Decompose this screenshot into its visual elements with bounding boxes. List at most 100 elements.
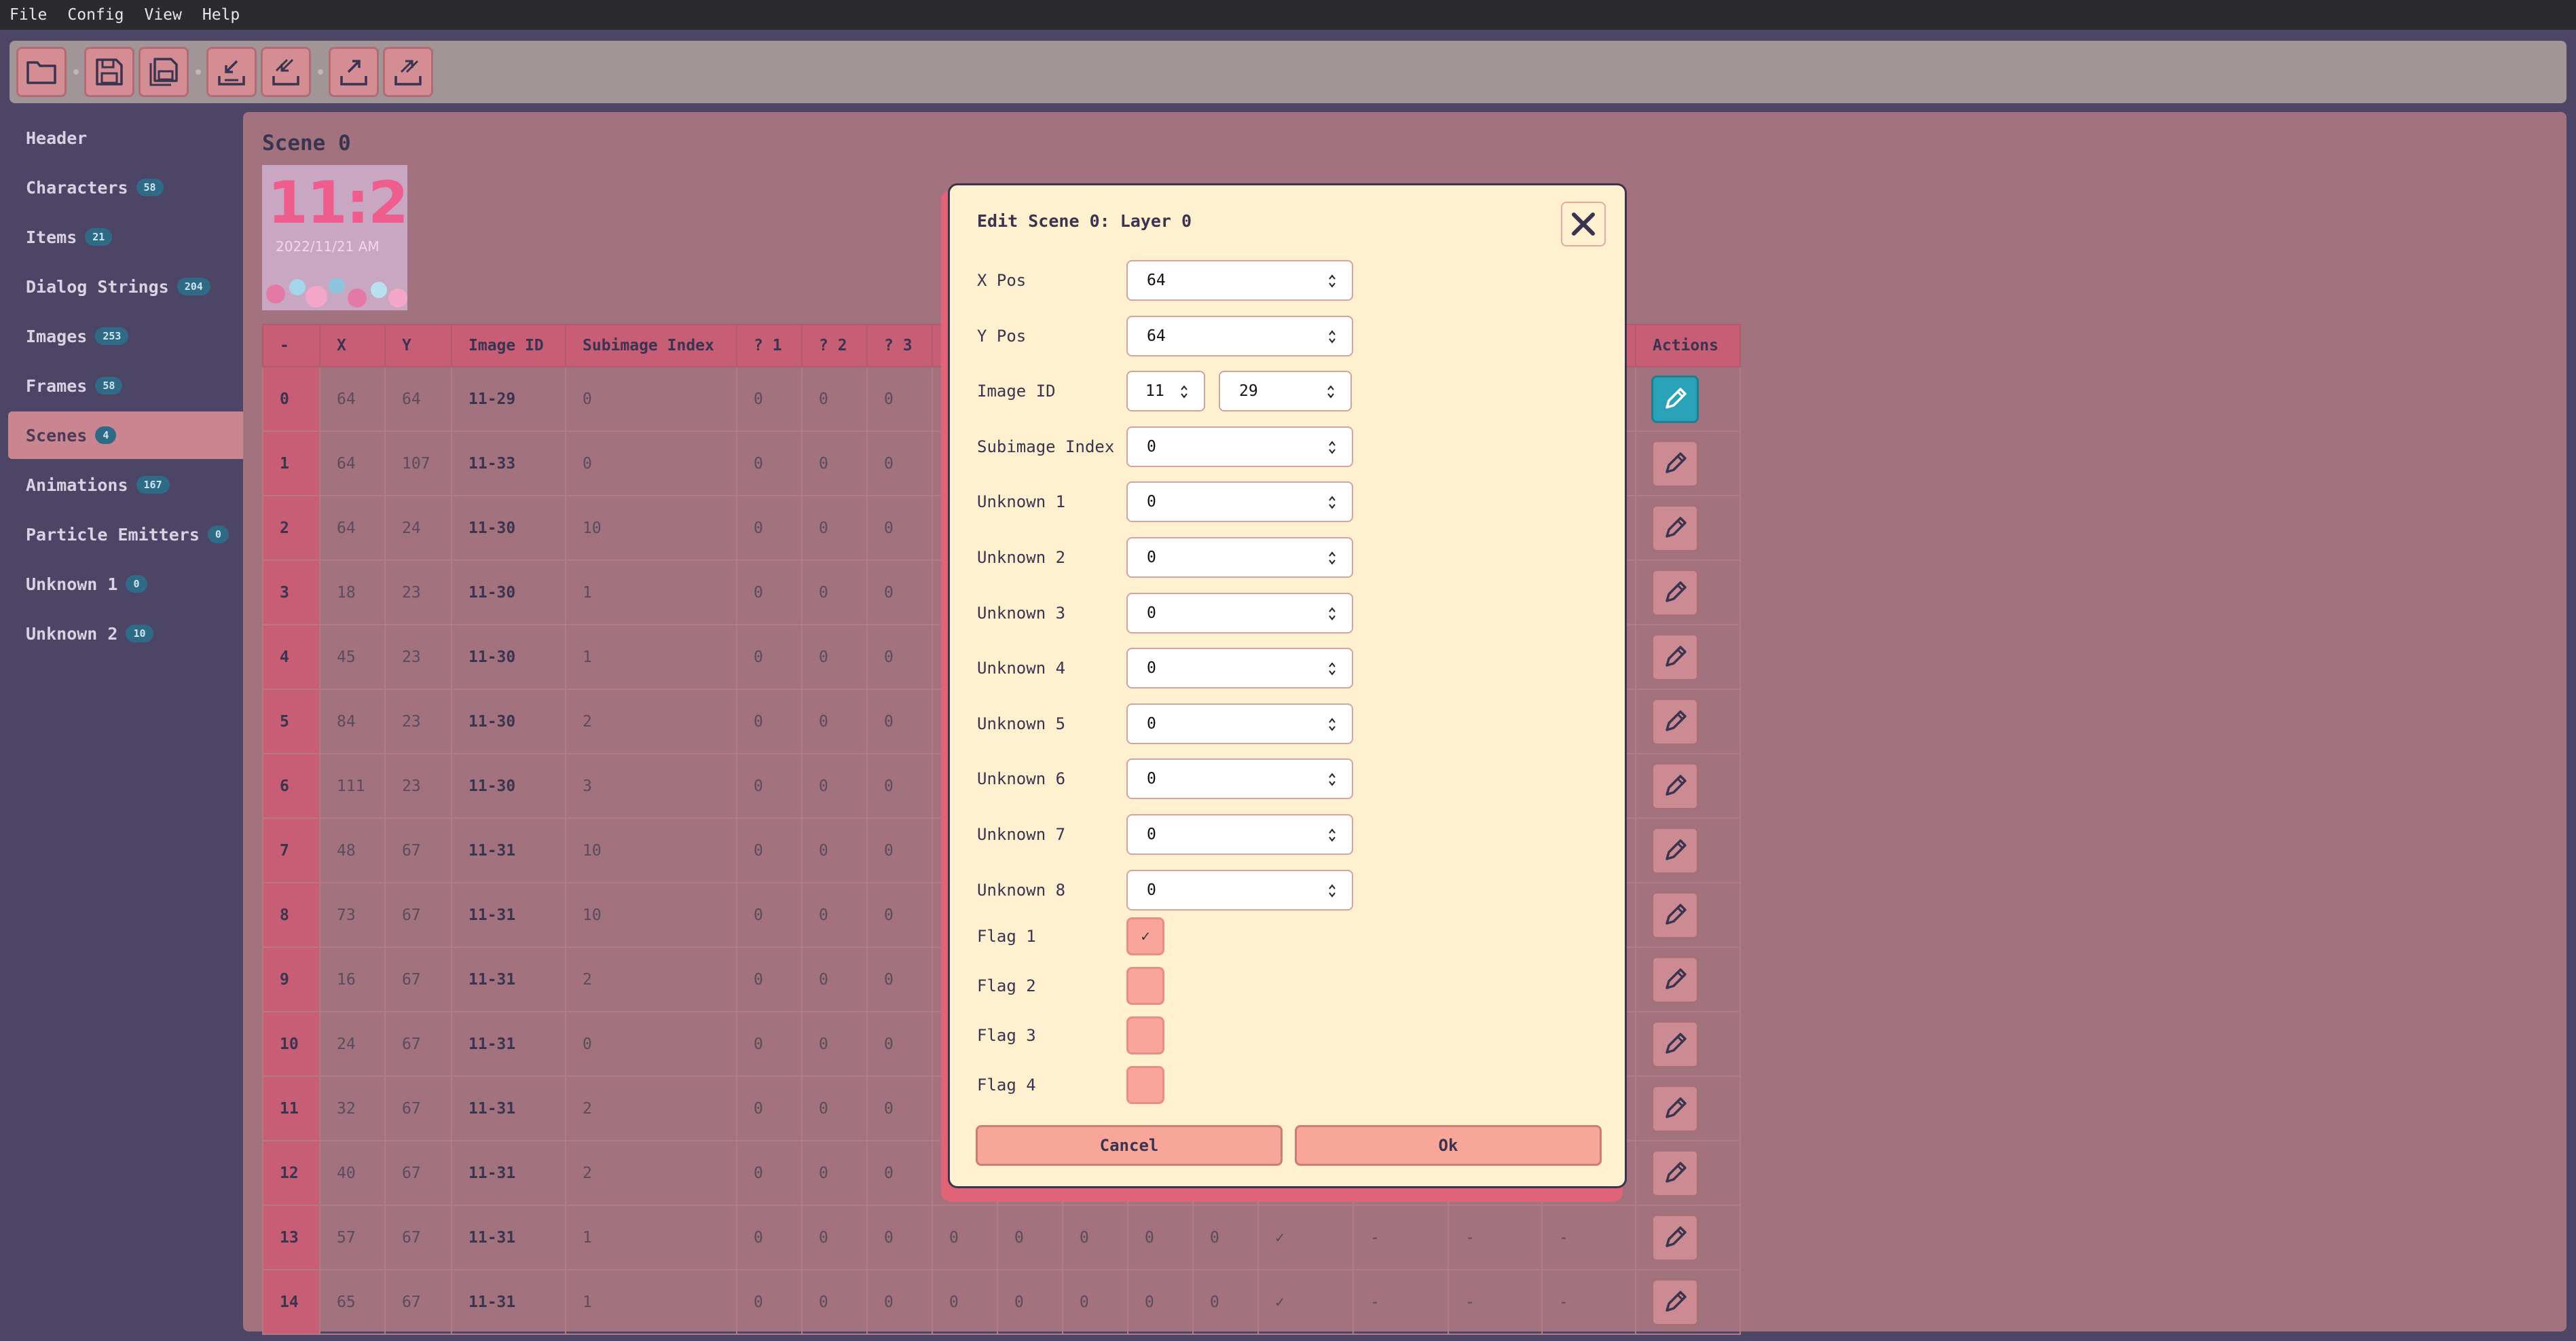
spinner-arrows-icon[interactable]: [1327, 439, 1337, 456]
table-cell: 0: [866, 366, 933, 432]
spinner-arrows-icon[interactable]: [1327, 494, 1337, 511]
number-input[interactable]: 0: [1126, 648, 1353, 689]
edit-layer-button[interactable]: [1651, 891, 1699, 939]
edit-layer-button[interactable]: [1651, 1020, 1699, 1068]
table-cell: 67: [384, 1205, 452, 1270]
col-subimage-index: Subimage Index: [565, 324, 737, 367]
number-input[interactable]: 0: [1126, 592, 1353, 633]
number-input[interactable]: 0: [1126, 703, 1353, 744]
open-folder-button[interactable]: [16, 47, 67, 97]
sidebar-item-characters[interactable]: Characters 58: [0, 164, 243, 211]
field-value: 0: [1147, 714, 1156, 733]
menu-config[interactable]: Config: [67, 6, 124, 24]
table-cell: 0: [801, 1269, 868, 1335]
table-cell: 11-30: [451, 559, 566, 625]
spinner-arrows-icon[interactable]: [1326, 383, 1336, 401]
form-row: Image ID 11 29: [977, 371, 1352, 412]
edit-layer-button[interactable]: [1651, 1213, 1699, 1262]
import-button[interactable]: [206, 47, 257, 97]
sidebar-item-animations[interactable]: Animations 167: [0, 461, 243, 509]
flag-checkbox[interactable]: ✓: [1126, 917, 1164, 955]
number-input[interactable]: 0: [1126, 537, 1353, 578]
spinner-arrows-icon[interactable]: [1327, 328, 1337, 346]
image-id-index-input[interactable]: 29: [1219, 371, 1352, 412]
sidebar-item-header[interactable]: Header: [0, 114, 243, 162]
sidebar-item-images[interactable]: Images 253: [0, 312, 243, 360]
spinner-arrows-icon[interactable]: [1327, 605, 1337, 623]
table-cell: 0: [801, 1140, 868, 1206]
sidebar: Header Characters 58 Items 21 Dialog Strin…: [0, 112, 243, 1341]
cancel-button[interactable]: Cancel: [976, 1125, 1283, 1166]
edit-layer-button[interactable]: [1651, 375, 1699, 423]
edit-layer-button[interactable]: [1651, 697, 1699, 746]
form-row: Unknown 3 0: [977, 592, 1353, 633]
spinner-arrows-icon[interactable]: [1327, 716, 1337, 733]
number-input[interactable]: 64: [1126, 315, 1353, 356]
page-title: Scene 0: [262, 131, 351, 155]
spinner-arrows-icon[interactable]: [1179, 383, 1189, 401]
edit-layer-button[interactable]: [1651, 1084, 1699, 1133]
close-button[interactable]: [1561, 202, 1606, 246]
edit-layer-button[interactable]: [1651, 955, 1699, 1004]
export-all-button[interactable]: [383, 47, 433, 97]
edit-layer-button[interactable]: [1651, 762, 1699, 810]
count-badge: 10: [126, 625, 153, 642]
field-label: Unknown 8: [977, 880, 1066, 900]
table-cell: 107: [384, 430, 452, 496]
number-input[interactable]: 64: [1126, 260, 1353, 301]
table-cell: 0: [736, 430, 803, 496]
edit-layer-button[interactable]: [1651, 1149, 1699, 1197]
sidebar-item-dialog-strings[interactable]: Dialog Strings 204: [0, 263, 243, 310]
sidebar-item-label: Unknown 1: [26, 574, 118, 594]
number-input[interactable]: 0: [1126, 426, 1353, 467]
sidebar-item-label: Animations: [26, 475, 128, 495]
actions-cell: [1635, 1205, 1741, 1270]
count-badge: 58: [136, 179, 164, 196]
spinner-arrows-icon[interactable]: [1327, 660, 1337, 678]
table-cell: 11-31: [451, 947, 566, 1012]
sidebar-item-particle-emitters[interactable]: Particle Emitters 0: [0, 511, 243, 558]
table-cell: 0: [565, 366, 737, 432]
number-input[interactable]: 0: [1126, 481, 1353, 523]
table-cell: -: [1353, 1269, 1449, 1335]
sidebar-item-scenes[interactable]: Scenes 4: [8, 411, 243, 459]
flag-checkbox[interactable]: [1126, 967, 1164, 1005]
menu-view[interactable]: View: [144, 6, 181, 24]
image-id-group-input[interactable]: 11: [1126, 371, 1205, 412]
spinner-arrows-icon[interactable]: [1327, 272, 1337, 290]
edit-layer-button[interactable]: [1651, 568, 1699, 617]
import-all-button[interactable]: [261, 47, 311, 97]
table-cell: 0: [866, 624, 933, 690]
field-label: Unknown 6: [977, 769, 1066, 789]
menu-file[interactable]: File: [10, 6, 47, 24]
field-value: 0: [1147, 493, 1156, 511]
edit-layer-button[interactable]: [1651, 826, 1699, 875]
number-input[interactable]: 0: [1126, 758, 1353, 800]
spinner-arrows-icon[interactable]: [1327, 549, 1337, 567]
save-all-button[interactable]: [139, 47, 189, 97]
sidebar-item-unknown-1[interactable]: Unknown 1 0: [0, 560, 243, 608]
spinner-arrows-icon[interactable]: [1327, 771, 1337, 788]
col-unknown-1: ? 1: [736, 324, 803, 367]
edit-layer-button[interactable]: [1651, 1278, 1699, 1326]
flag-checkbox[interactable]: [1126, 1066, 1164, 1104]
sidebar-item-items[interactable]: Items 21: [0, 213, 243, 261]
spinner-arrows-icon[interactable]: [1327, 882, 1337, 900]
number-input[interactable]: 0: [1126, 814, 1353, 855]
number-input[interactable]: 0: [1126, 869, 1353, 911]
toolbar-separator: [196, 69, 201, 75]
sidebar-item-unknown-2[interactable]: Unknown 2 10: [0, 610, 243, 657]
menu-help[interactable]: Help: [202, 6, 240, 24]
spinner-arrows-icon[interactable]: [1327, 826, 1337, 844]
edit-layer-button[interactable]: [1651, 633, 1699, 681]
form-row: Unknown 4 0: [977, 648, 1353, 689]
table-cell: 0: [801, 624, 868, 690]
export-button[interactable]: [329, 47, 379, 97]
flag-checkbox[interactable]: [1126, 1016, 1164, 1054]
sidebar-item-frames[interactable]: Frames 58: [0, 362, 243, 409]
edit-layer-button[interactable]: [1651, 439, 1699, 488]
edit-layer-button[interactable]: [1651, 504, 1699, 552]
actions-cell: [1635, 495, 1741, 561]
ok-button[interactable]: Ok: [1295, 1125, 1602, 1166]
save-button[interactable]: [84, 47, 134, 97]
